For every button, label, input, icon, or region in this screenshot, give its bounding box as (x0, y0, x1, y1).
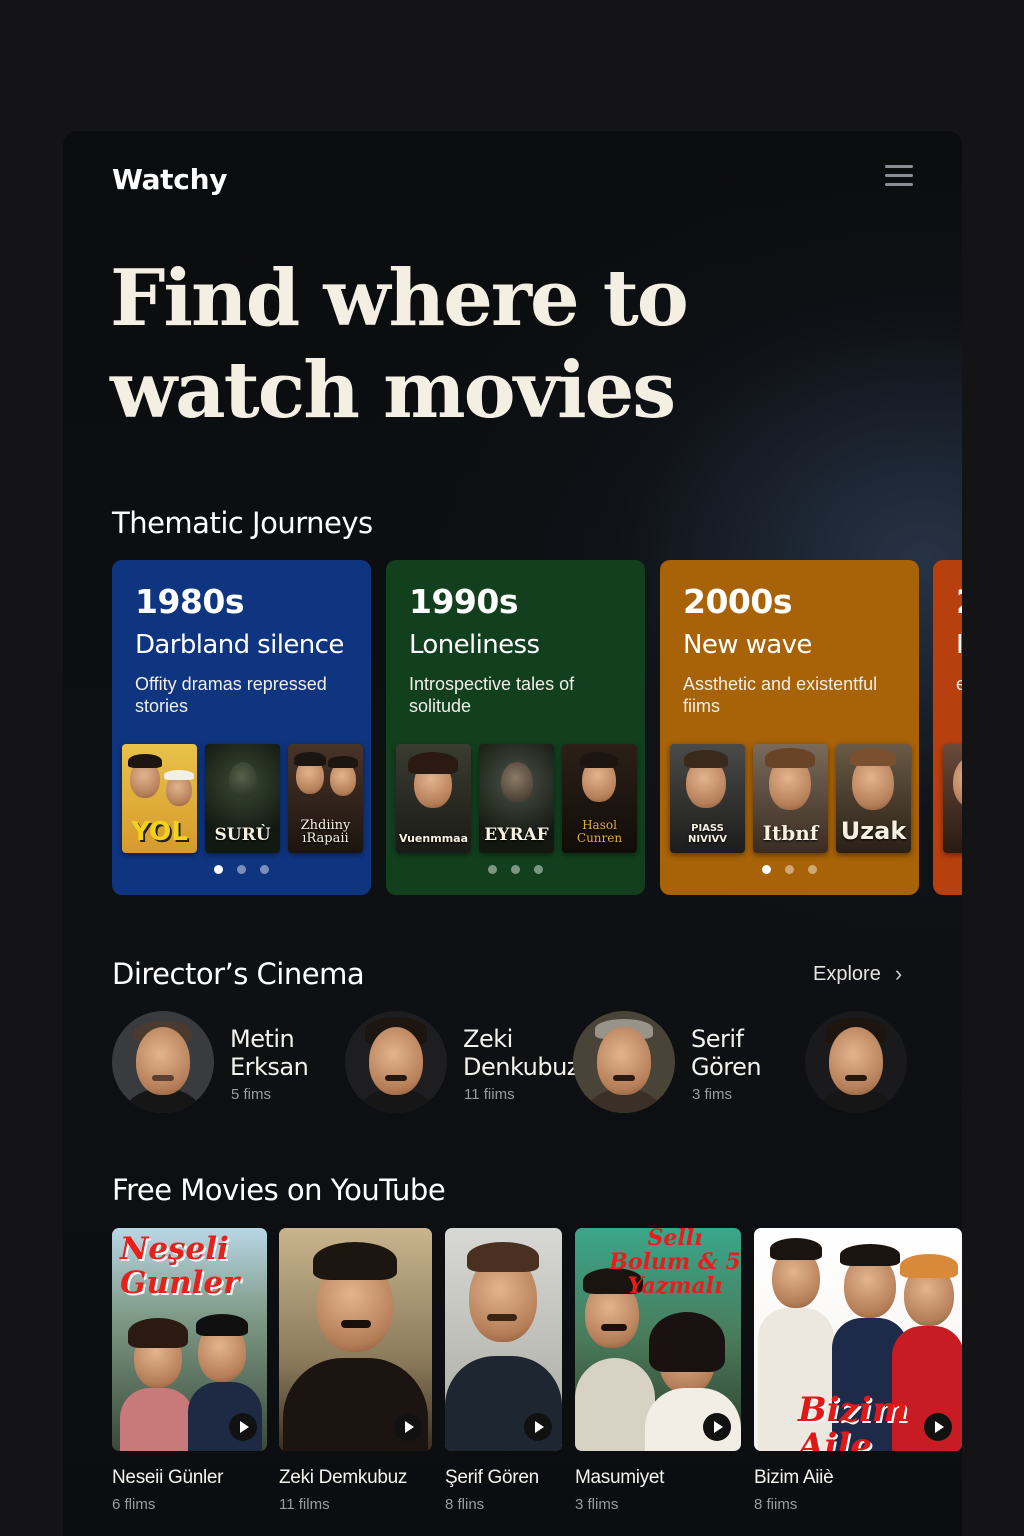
carousel-dot[interactable] (808, 865, 817, 874)
play-icon[interactable] (394, 1413, 422, 1441)
poster-title: SURÙ (214, 825, 271, 845)
section-title-free-movies-youtube: Free Movies on YouTube (112, 1173, 446, 1207)
play-icon[interactable] (924, 1413, 952, 1441)
carousel-dots (386, 865, 645, 874)
chevron-right-icon: › (894, 961, 903, 986)
youtube-movie-card[interactable]: Sellı Bolum & 5 Yazmalı Masumiyet 3 flim… (575, 1228, 741, 1513)
journey-decade: 1980s (135, 582, 245, 621)
movie-title: Neseii Günler (112, 1467, 224, 1488)
movie-thumbnail (279, 1228, 432, 1451)
poster-overlay-title: Neşeli Gunler (120, 1231, 240, 1301)
movie-thumbnail: Sellı Bolum & 5 Yazmalı (575, 1228, 741, 1451)
carousel-dots (660, 865, 919, 874)
journey-description: Offity dramas repressed stories (135, 674, 327, 716)
movie-film-count: 8 fiims (754, 1496, 798, 1513)
director-name: Zeki Denkubuz (463, 1025, 579, 1081)
youtube-movie-card[interactable]: Bizim Aile Bizim Aiiè 8 fiims (754, 1228, 962, 1513)
journey-theme: I (956, 630, 962, 660)
play-icon[interactable] (703, 1413, 731, 1441)
hero-title: Find where to watch movies (110, 253, 689, 436)
journey-decade: 2000s (683, 582, 793, 621)
movie-title: Zeki Demkubuz (279, 1467, 408, 1488)
carousel-dot[interactable] (534, 865, 543, 874)
poster-third[interactable]: Hasol Cunren (562, 744, 637, 853)
journey-card-partial[interactable]: 2 I e e (933, 560, 962, 895)
carousel-dot[interactable] (488, 865, 497, 874)
movie-title: Şerif Gören (445, 1467, 539, 1488)
movie-thumbnail (445, 1228, 562, 1451)
poster-third[interactable]: Zhdiiny ıRapaii (288, 744, 363, 853)
poster-first[interactable]: Vuenmmaa (396, 744, 471, 853)
journey-card-1990s[interactable]: 1990s Loneliness Introspective tales of … (386, 560, 645, 895)
director-item[interactable]: Serif Gören 3 fims (573, 1011, 793, 1115)
director-name: Serif Gören (691, 1025, 762, 1081)
play-icon[interactable] (229, 1413, 257, 1441)
poster-uzak[interactable]: Uzak (836, 744, 911, 853)
poster-eyraf[interactable]: EYRAF (479, 744, 554, 853)
journey-description: Introspective tales of solitude (409, 674, 575, 716)
hamburger-icon[interactable] (885, 165, 913, 189)
director-item[interactable]: Metin Erksan 5 fims (112, 1011, 332, 1115)
youtube-movie-card[interactable]: Şerif Gören 8 flins (445, 1228, 562, 1513)
movie-title: Masumiyet (575, 1467, 665, 1488)
carousel-dots (112, 865, 371, 874)
journey-card-1980s[interactable]: 1980s Darbland silence Offity dramas rep… (112, 560, 371, 895)
play-icon[interactable] (524, 1413, 552, 1441)
director-name: Metin Erksan (230, 1025, 309, 1081)
carousel-dot[interactable] (785, 865, 794, 874)
journey-card-2000s[interactable]: 2000s New wave Assthetic and existentful… (660, 560, 919, 895)
journey-decade: 1990s (409, 582, 519, 621)
journey-description: Assthetic and existentful fiims (683, 674, 878, 716)
poster-title: Zhdiiny ıRapaii (300, 818, 351, 846)
poster-overlay-title: Sellı Bolum & 5 Yazmalı (609, 1228, 741, 1299)
youtube-movie-card[interactable]: Neşeli Gunler Neseii Günler 6 flims (112, 1228, 267, 1513)
movie-thumbnail: Neşeli Gunler (112, 1228, 267, 1451)
journey-decade: 2 (956, 582, 962, 621)
carousel-dot[interactable] (237, 865, 246, 874)
section-title-directors-cinema: Director’s Cinema (112, 957, 365, 991)
movie-film-count: 3 flims (575, 1496, 619, 1513)
poster-title: Hasol Cunren (576, 818, 623, 845)
explore-label: Explore (813, 962, 881, 985)
app-window: Watchy Find where to watch movies Themat… (63, 131, 962, 1536)
avatar (112, 1011, 214, 1113)
avatar (345, 1011, 447, 1113)
poster-suru[interactable]: SURÙ (205, 744, 280, 853)
section-title-thematic-journeys: Thematic Journeys (112, 506, 373, 540)
movie-film-count: 11 films (279, 1496, 330, 1513)
poster-title: Itbnf (762, 821, 819, 845)
avatar (805, 1011, 907, 1113)
director-film-count: 5 fims (231, 1086, 272, 1103)
avatar (573, 1011, 675, 1113)
poster-title: PIASS NIVIVV (687, 823, 728, 845)
movie-film-count: 8 flins (445, 1496, 485, 1513)
carousel-dot[interactable] (511, 865, 520, 874)
poster-title: Vuenmmaa (398, 832, 468, 845)
movie-thumbnail: Bizim Aile (754, 1228, 962, 1451)
youtube-movie-card[interactable]: Zeki Demkubuz 11 films (279, 1228, 432, 1513)
poster-title: YOL (131, 817, 188, 847)
poster-itbnf[interactable]: Itbnf (753, 744, 828, 853)
poster-partial[interactable] (943, 744, 962, 853)
brand-logo[interactable]: Watchy (112, 163, 227, 196)
journey-description: e e (956, 674, 962, 694)
director-item[interactable]: Zeki Denkubuz 11 fiims (345, 1011, 579, 1115)
director-item[interactable] (805, 1011, 915, 1115)
explore-link[interactable]: Explore › (813, 961, 902, 987)
journey-theme: New wave (683, 630, 812, 660)
poster-yol[interactable]: YOL (122, 744, 197, 853)
director-film-count: 3 fims (692, 1086, 733, 1103)
journey-theme: Darbland silence (135, 630, 344, 660)
carousel-dot[interactable] (214, 865, 223, 874)
director-film-count: 11 fiims (464, 1086, 515, 1103)
carousel-dot[interactable] (260, 865, 269, 874)
poster-title: Uzak (840, 817, 907, 845)
poster-first[interactable]: PIASS NIVIVV (670, 744, 745, 853)
journey-theme: Loneliness (409, 630, 540, 660)
movie-title: Bizim Aiiè (754, 1467, 834, 1488)
poster-title: EYRAF (484, 825, 549, 845)
carousel-dot[interactable] (762, 865, 771, 874)
movie-film-count: 6 flims (112, 1496, 156, 1513)
